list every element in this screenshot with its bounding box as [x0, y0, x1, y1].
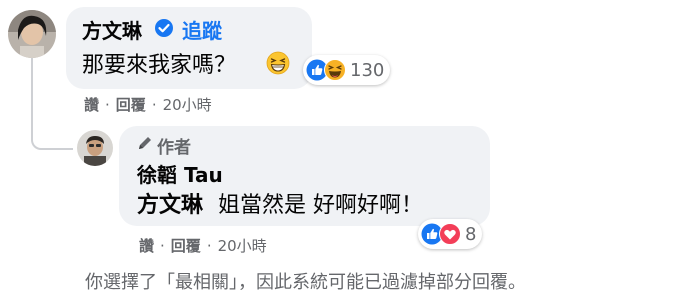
reply-text: 姐當然是 好啊好啊！	[218, 193, 424, 218]
follow-link[interactable]: 追蹤	[182, 15, 222, 44]
mention-link[interactable]: 方文琳	[137, 193, 203, 218]
comment-timestamp[interactable]: 20小時	[163, 96, 212, 114]
like-action[interactable]: 讚	[84, 96, 99, 114]
reaction-summary[interactable]: 130	[303, 55, 391, 85]
separator-dot: ·	[206, 237, 212, 255]
separator-dot: ·	[160, 237, 165, 255]
reply-action[interactable]: 回覆	[171, 237, 201, 255]
author-badge-label: 作者	[157, 138, 191, 158]
haha-reaction-icon	[324, 59, 346, 81]
comment-author-name[interactable]: 方文琳	[82, 15, 142, 44]
like-action[interactable]: 讚	[139, 237, 154, 255]
avatar[interactable]	[8, 10, 56, 58]
verified-badge-icon	[154, 18, 174, 38]
reply-action[interactable]: 回覆	[116, 96, 146, 114]
grinning-squinting-emoji-icon	[266, 51, 290, 75]
filter-notice: 你選擇了「最相關」，因此系統可能已過濾掉部分回覆。	[85, 272, 526, 293]
reply-actions: 讚 · 回覆 · 20小時	[139, 235, 267, 256]
reply-author-name[interactable]: 徐韜 Tau	[137, 159, 223, 188]
love-reaction-icon	[439, 223, 461, 245]
separator-dot: ·	[105, 96, 110, 114]
reply-avatar[interactable]	[77, 130, 113, 166]
separator-dot: ·	[151, 96, 157, 114]
avatar-photo-icon	[77, 130, 113, 166]
reaction-count: 8	[465, 223, 477, 245]
reaction-count: 130	[350, 59, 385, 81]
reply-text-line: 方文琳 姐當然是 好啊好啊！	[137, 187, 423, 219]
avatar-photo-icon	[8, 10, 56, 58]
comment-text: 那要來我家嗎？	[82, 53, 237, 78]
reply-reaction-summary[interactable]: 8	[418, 219, 483, 249]
reply-timestamp[interactable]: 20小時	[218, 237, 267, 255]
reply-bubble: 作者 徐韜 Tau 方文琳 姐當然是 好啊好啊！	[119, 126, 490, 226]
pencil-icon	[137, 135, 153, 151]
comment-bubble: 方文琳 追蹤 那要來我家嗎？	[66, 7, 312, 89]
comment-actions: 讚 · 回覆 · 20小時	[84, 94, 212, 115]
